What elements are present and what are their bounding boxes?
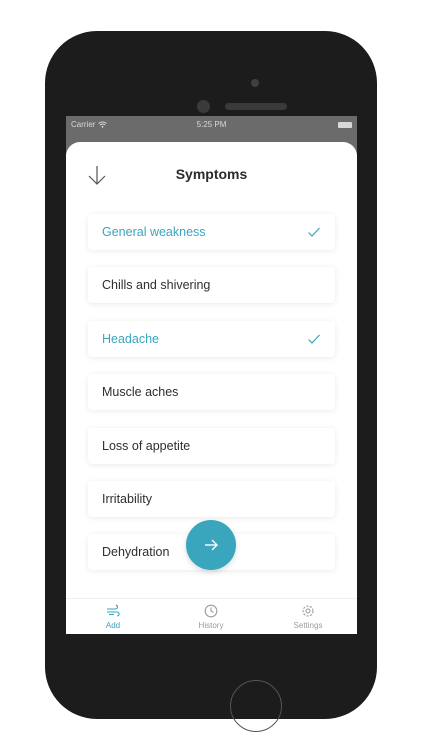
gear-icon xyxy=(302,605,314,617)
symptom-label: Loss of appetite xyxy=(102,438,191,453)
front-camera xyxy=(251,79,259,87)
symptom-item[interactable]: Irritability xyxy=(88,480,335,517)
tab-add-label: Add xyxy=(105,621,121,630)
tab-bar: Add History Settings xyxy=(66,598,357,634)
checkmark-icon xyxy=(308,227,320,237)
symptom-label: Irritability xyxy=(102,491,153,506)
arrow-right-icon xyxy=(205,539,218,551)
symptom-label: Dehydration xyxy=(102,545,170,560)
page-title: Symptoms xyxy=(175,166,248,182)
wind-icon xyxy=(107,604,120,617)
earpiece-speaker xyxy=(225,103,287,110)
status-time: 5:25 PM xyxy=(196,120,227,129)
home-button[interactable] xyxy=(230,680,282,732)
symptom-item[interactable]: General weakness xyxy=(88,214,335,250)
tab-history[interactable]: History xyxy=(176,604,246,630)
phone-screen: Carrier 5:25 PM Symptoms General weaknes… xyxy=(66,116,357,634)
symptom-label: Chills and shivering xyxy=(102,278,211,293)
tab-add[interactable]: Add xyxy=(78,604,148,630)
symptom-item[interactable]: Headache xyxy=(88,320,335,357)
symptom-label: General weakness xyxy=(102,225,206,239)
battery-icon xyxy=(338,122,352,128)
symptom-item[interactable]: Muscle aches xyxy=(88,374,335,411)
symptom-label: Muscle aches xyxy=(102,385,179,400)
symptoms-sheet: Symptoms General weakness Chills and shiv… xyxy=(66,142,357,634)
tab-settings[interactable]: Settings xyxy=(273,604,343,630)
clock-icon xyxy=(204,604,218,618)
tab-settings-label: Settings xyxy=(293,621,323,630)
symptom-item[interactable]: Loss of appetite xyxy=(88,427,335,464)
proximity-sensor xyxy=(197,100,210,113)
checkmark-icon xyxy=(308,334,320,344)
status-bar: Carrier 5:25 PM xyxy=(66,116,357,136)
sheet-header: Symptoms xyxy=(66,142,357,206)
next-button[interactable] xyxy=(186,520,236,570)
tab-history-label: History xyxy=(198,621,224,630)
symptom-label: Headache xyxy=(102,331,159,346)
symptom-item[interactable]: Chills and shivering xyxy=(88,267,335,304)
